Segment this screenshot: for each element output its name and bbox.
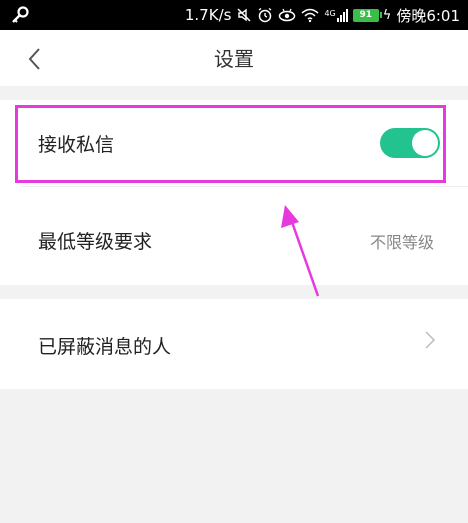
status-time: 傍晚6:01 — [396, 6, 460, 25]
nav-bar: 设置 — [0, 30, 468, 86]
charging-icon: ϟ — [382, 7, 392, 23]
section-gap — [0, 285, 468, 299]
alarm-icon — [259, 7, 272, 23]
mute-icon — [237, 8, 251, 22]
toggle-knob — [412, 130, 438, 156]
settings-screen: 1.7K/s 4G 91 ϟ 傍晚6:01 设置 接收私信 最低等级要求 不限等… — [0, 0, 468, 523]
receive-messages-label: 接收私信 — [38, 134, 115, 156]
chevron-right-icon — [425, 331, 436, 349]
wifi-icon — [301, 8, 319, 23]
empty-area — [0, 389, 468, 523]
receive-messages-row: 接收私信 — [0, 100, 468, 186]
network-speed: 1.7K/s — [184, 6, 232, 24]
signal-tag: 4G — [324, 8, 336, 18]
receive-messages-toggle[interactable] — [380, 128, 440, 158]
battery-level: 91 — [352, 8, 379, 22]
min-level-value: 不限等级 — [369, 233, 434, 252]
blocked-users-row[interactable]: 已屏蔽消息的人 — [0, 299, 468, 389]
key-icon — [12, 6, 29, 23]
min-level-row[interactable]: 最低等级要求 不限等级 — [0, 187, 468, 285]
min-level-label: 最低等级要求 — [38, 231, 153, 253]
cellular-signal-icon: 4G — [324, 8, 348, 22]
section-gap — [0, 86, 468, 100]
status-bar: 1.7K/s 4G 91 ϟ 傍晚6:01 — [0, 0, 468, 30]
eye-icon — [279, 8, 296, 22]
page-title: 设置 — [214, 47, 254, 71]
blocked-users-label: 已屏蔽消息的人 — [38, 336, 172, 358]
battery-icon: 91 ϟ — [352, 7, 392, 23]
status-right-cluster: 1.7K/s 4G 91 ϟ 傍晚6:01 — [185, 0, 460, 30]
